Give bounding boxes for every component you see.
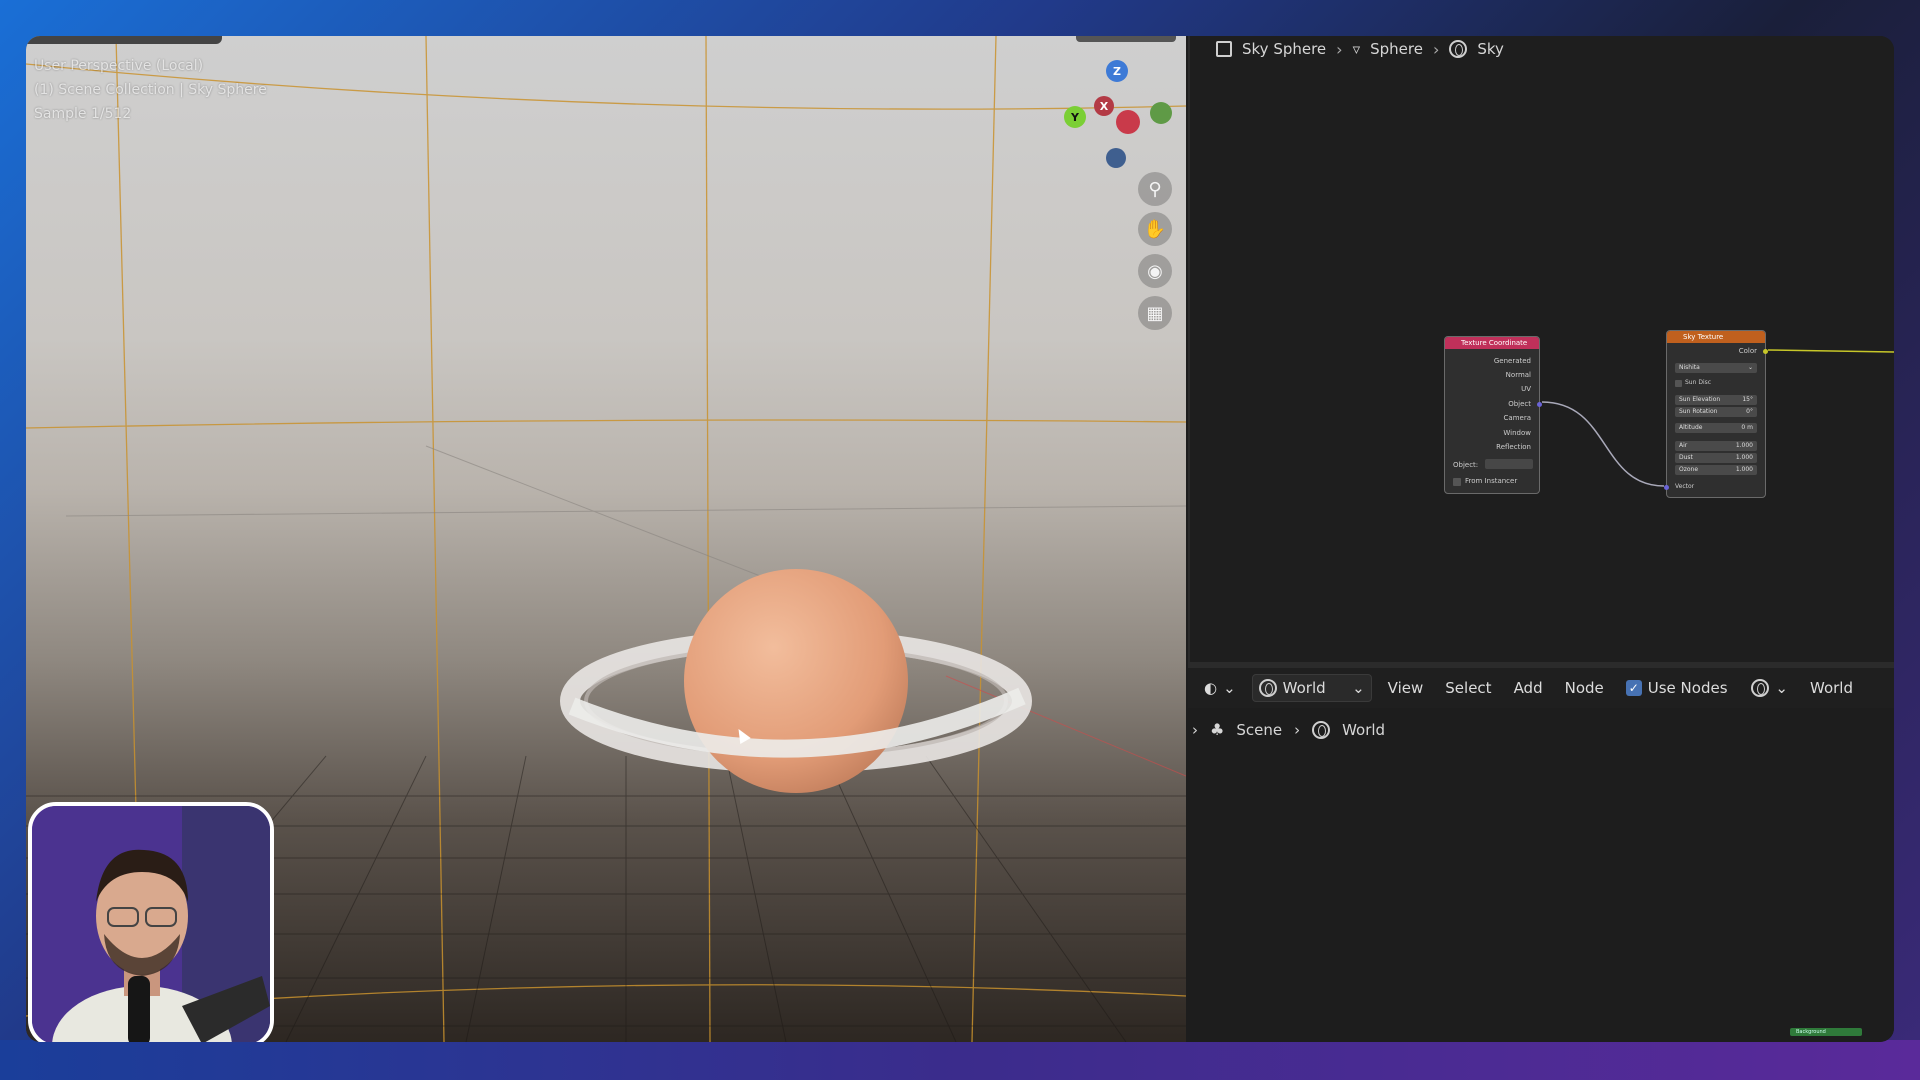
sky-texture-node[interactable]: Sky Texture Color Nishita ⌄ Sun Disc Sun …: [1664, 330, 1768, 498]
chevron-down-icon: ⌄: [1352, 679, 1365, 697]
node-editor-header: ◐ ⌄ World ⌄ View Select Add Node ✓ Use No…: [1188, 662, 1894, 708]
object-picker[interactable]: [1485, 459, 1533, 469]
world-icon: [1258, 679, 1277, 697]
world-browse-button[interactable]: ⌄: [1745, 675, 1794, 701]
editor-type-button[interactable]: ◐ ⌄: [1198, 675, 1242, 701]
breadcrumb-object[interactable]: Sky Sphere: [1242, 40, 1326, 58]
node-editor-icon: ◐: [1204, 679, 1218, 697]
node-header[interactable]: Sky Texture: [1667, 331, 1765, 343]
gizmo-neg-y[interactable]: [1150, 102, 1172, 124]
chevron-down-icon: ⌄: [1775, 679, 1788, 697]
pan-hand-icon[interactable]: ✋: [1138, 212, 1172, 246]
checkmark-icon[interactable]: ✓: [1625, 680, 1642, 696]
gizmo-neg-z[interactable]: [1106, 148, 1126, 168]
use-nodes-toggle[interactable]: ✓ Use Nodes: [1620, 675, 1734, 701]
viewport-info-overlay: User Perspective (Local) (1) Scene Colle…: [34, 54, 267, 126]
viewport-sample-label: Sample 1/512: [34, 106, 132, 122]
output-camera: Camera: [1503, 414, 1531, 422]
chevron-right-icon: ›: [1294, 720, 1301, 739]
object-icon: [1216, 41, 1232, 57]
properties-breadcrumb: › ♣ Scene › World: [1192, 720, 1385, 739]
node-header[interactable]: Texture Coordinate: [1445, 337, 1539, 349]
mesh-icon: ▿: [1352, 40, 1361, 58]
properties-panel[interactable]: › ♣ Scene › World: [1188, 708, 1894, 1042]
sky-type-dropdown[interactable]: Nishita ⌄: [1675, 363, 1757, 373]
sun-elevation-field[interactable]: Sun Elevation 15°: [1675, 395, 1757, 405]
dust-field[interactable]: Dust 1.000: [1675, 453, 1757, 463]
chevron-right-icon: ›: [1336, 39, 1343, 59]
socket-object[interactable]: [1537, 402, 1542, 407]
shader-type-label: World: [1282, 679, 1326, 697]
output-window: Window: [1503, 429, 1531, 437]
menu-add[interactable]: Add: [1508, 675, 1549, 701]
breadcrumb-material[interactable]: Sky: [1477, 40, 1504, 58]
menu-view[interactable]: View: [1382, 675, 1430, 701]
breadcrumb-mesh[interactable]: Sphere: [1370, 40, 1423, 58]
scene-icon: ♣: [1210, 720, 1225, 739]
3d-viewport[interactable]: User Perspective (Local) (1) Scene Colle…: [26, 36, 1186, 1042]
shader-type-dropdown[interactable]: World ⌄: [1251, 674, 1372, 702]
sun-rotation-field[interactable]: Sun Rotation 0°: [1675, 407, 1757, 417]
viewport-tab-strip-right[interactable]: [1076, 36, 1176, 42]
gizmo-neg-x[interactable]: [1116, 110, 1140, 134]
use-nodes-label: Use Nodes: [1647, 679, 1728, 697]
world-icon: [1751, 679, 1770, 697]
webcam-overlay: [28, 802, 274, 1042]
breadcrumb-scene[interactable]: Scene: [1236, 721, 1282, 739]
chevron-right-icon[interactable]: ›: [1192, 721, 1198, 739]
from-instancer-checkbox[interactable]: [1453, 478, 1461, 486]
air-field[interactable]: Air 1.000: [1675, 441, 1757, 451]
presenter-video: [32, 806, 270, 1042]
output-uv: UV: [1521, 385, 1531, 393]
altitude-field[interactable]: Altitude 0 m: [1675, 423, 1757, 433]
output-normal: Normal: [1505, 371, 1531, 379]
menu-select[interactable]: Select: [1439, 675, 1497, 701]
texture-coordinate-node[interactable]: Texture Coordinate Generated Normal UV O…: [1444, 336, 1542, 494]
sun-disc-label[interactable]: Sun Disc: [1685, 379, 1711, 386]
viewport-collection-label: (1) Scene Collection | Sky Sphere: [34, 82, 267, 98]
output-color: Color: [1738, 347, 1757, 355]
material-icon: [1449, 40, 1468, 58]
socket-color[interactable]: [1763, 349, 1768, 354]
gizmo-x-axis[interactable]: X: [1094, 96, 1114, 116]
camera-icon[interactable]: ◉: [1138, 254, 1172, 288]
zoom-icon[interactable]: ⚲: [1138, 172, 1172, 206]
status-pill: Background: [1790, 1028, 1862, 1036]
chevron-down-icon: ⌄: [1223, 679, 1236, 697]
output-object: Object: [1508, 400, 1531, 408]
gizmo-y-axis[interactable]: Y: [1064, 106, 1086, 128]
node-breadcrumb: Sky Sphere › ▿ Sphere › Sky: [1216, 36, 1504, 62]
node-links: [1541, 349, 1894, 487]
from-instancer-label[interactable]: From Instancer: [1465, 477, 1517, 485]
input-vector: Vector: [1675, 483, 1695, 490]
menu-node[interactable]: Node: [1559, 675, 1610, 701]
planet-model: [560, 569, 1032, 793]
breadcrumb-world[interactable]: World: [1342, 721, 1385, 739]
sun-disc-checkbox[interactable]: [1675, 380, 1682, 387]
world-icon: [1312, 720, 1331, 739]
blender-window: User Perspective (Local) (1) Scene Colle…: [26, 36, 1894, 1042]
grid-icon[interactable]: ▦: [1138, 296, 1172, 330]
socket-vector[interactable]: [1664, 485, 1669, 490]
output-generated: Generated: [1493, 357, 1531, 365]
world-name-field[interactable]: World: [1804, 675, 1894, 701]
object-field-label: Object:: [1453, 461, 1479, 469]
output-reflection: Reflection: [1496, 443, 1531, 451]
viewport-perspective-label: User Perspective (Local): [34, 58, 204, 74]
chevron-right-icon: ›: [1432, 39, 1440, 59]
viewport-tab-strip[interactable]: [26, 36, 222, 44]
ozone-field[interactable]: Ozone 1.000: [1675, 465, 1757, 475]
node-editor[interactable]: Sky Sphere › ▿ Sphere › Sky Texture Coor…: [1188, 36, 1894, 662]
desktop-bottom-band: [0, 1040, 1920, 1080]
gizmo-z-axis[interactable]: Z: [1106, 60, 1128, 82]
